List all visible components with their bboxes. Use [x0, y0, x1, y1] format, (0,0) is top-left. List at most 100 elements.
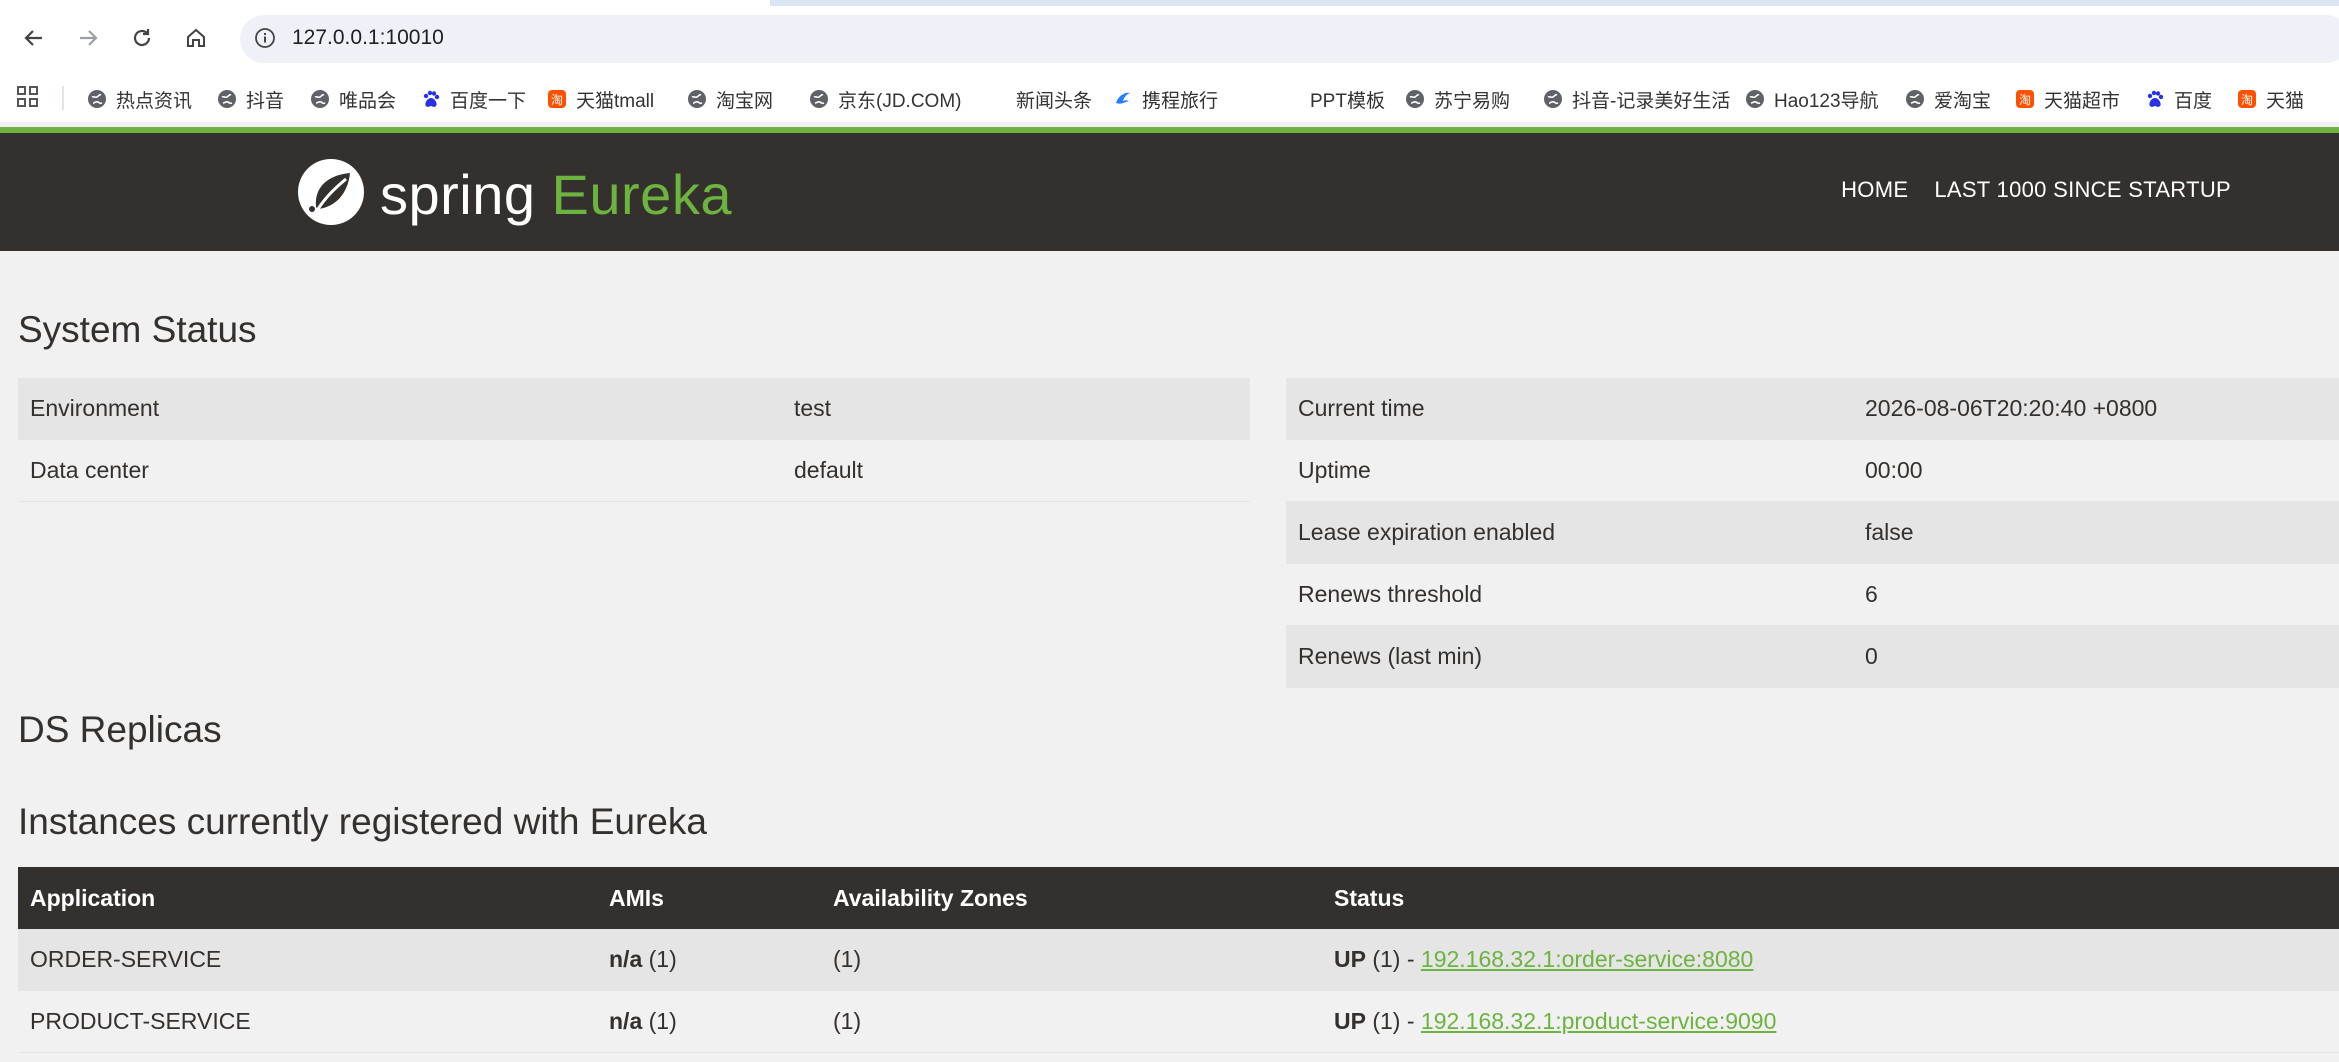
back-icon[interactable]	[16, 20, 52, 56]
bookmark-item[interactable]: 爱淘宝	[1904, 86, 1991, 112]
globe-icon	[86, 88, 108, 110]
ds-replicas-title: DS Replicas	[18, 709, 222, 750]
status-count: (1) -	[1365, 1008, 1421, 1034]
instance-link[interactable]: 192.168.32.1:order-service:8080	[1421, 946, 1753, 972]
apps-grid-icon[interactable]	[16, 85, 42, 111]
taobao-icon: 淘	[2014, 88, 2036, 110]
bookmark-label: 百度	[2174, 90, 2213, 112]
address-bar[interactable]: 127.0.0.1:10010	[240, 15, 2339, 63]
system-status-left-table: Environment test Data center default	[18, 378, 1250, 502]
bookmark-item[interactable]: 百度一下	[420, 86, 526, 112]
status-key: Renews threshold	[1286, 563, 1853, 626]
bookmark-label: 热点资讯	[116, 90, 193, 112]
site-info-icon[interactable]	[252, 25, 278, 51]
bookmark-label: PPT模板	[1310, 90, 1385, 112]
bookmark-label: 抖音	[246, 90, 285, 112]
bookmark-item[interactable]: 携程旅行	[1112, 86, 1218, 112]
bookmark-item[interactable]: 苏宁易购	[1404, 86, 1510, 112]
status-count: (1) -	[1365, 946, 1421, 972]
baidu-paw-icon	[420, 88, 442, 110]
bookmark-item[interactable]: 淘天猫tmall	[546, 86, 654, 112]
bookmark-item[interactable]: 唯品会	[309, 86, 396, 112]
bookmark-item[interactable]: Hao123导航	[1744, 86, 1879, 112]
globe-icon	[309, 88, 331, 110]
status-value: default	[782, 439, 1250, 502]
table-row: Data center default	[18, 439, 1250, 502]
status-value: false	[1853, 501, 2339, 564]
table-row: Lease expiration enabled false	[1286, 501, 2339, 564]
bookmark-item[interactable]: 淘天猫	[2236, 86, 2304, 112]
svg-text:淘: 淘	[2019, 93, 2031, 107]
nav-home-link[interactable]: HOME	[1841, 177, 1908, 203]
table-header-row: Application AMIs Availability Zones Stat…	[18, 867, 2339, 929]
status-cell: UP (1) - 192.168.32.1:product-service:90…	[1322, 990, 2339, 1053]
zones-cell: (1)	[821, 990, 1322, 1053]
bookmarks-separator	[62, 86, 64, 110]
globe-icon	[216, 88, 238, 110]
bookmark-label: Hao123导航	[1774, 90, 1879, 112]
bookmark-item[interactable]: 淘天猫超市	[2014, 86, 2120, 112]
status-value: test	[782, 378, 1250, 440]
bookmark-item[interactable]: 淘宝网	[686, 86, 773, 112]
bookmark-label: 百度一下	[450, 90, 527, 112]
url-text[interactable]: 127.0.0.1:10010	[292, 26, 444, 50]
home-icon[interactable]	[178, 20, 214, 56]
col-availability-zones: Availability Zones	[821, 867, 1322, 929]
bookmark-item[interactable]: 抖音-记录美好生活	[1542, 86, 1730, 112]
table-row: PRODUCT-SERVICE n/a (1) (1) UP (1) - 192…	[18, 990, 2339, 1053]
bookmark-item[interactable]: 新闻头条	[1016, 86, 1092, 112]
table-row: ORDER-SERVICE n/a (1) (1) UP (1) - 192.1…	[18, 929, 2339, 991]
status-key: Lease expiration enabled	[1286, 501, 1853, 564]
col-status: Status	[1322, 867, 2339, 929]
app-name: PRODUCT-SERVICE	[18, 990, 597, 1053]
table-row: Renews threshold 6	[1286, 563, 2339, 626]
status-value: 00:00	[1853, 439, 2339, 502]
instances-table: Application AMIs Availability Zones Stat…	[18, 867, 2339, 1053]
system-status-right-table: Current time 2026-08-06T20:20:40 +0800 U…	[1286, 378, 2339, 688]
zones-cell: (1)	[821, 929, 1322, 991]
bookmark-label: 携程旅行	[1142, 90, 1219, 112]
globe-icon	[808, 88, 830, 110]
col-application: Application	[18, 867, 597, 929]
status-value: 0	[1853, 625, 2339, 688]
bookmark-item[interactable]: 百度	[2144, 86, 2212, 112]
bookmark-item[interactable]: 热点资讯	[86, 86, 192, 112]
bookmark-label: 天猫超市	[2044, 90, 2121, 112]
taobao-icon: 淘	[546, 88, 568, 110]
navbar-links: HOME LAST 1000 SINCE STARTUP	[1841, 177, 2231, 203]
bookmark-item[interactable]: PPT模板	[1310, 86, 1385, 112]
bookmark-label: 爱淘宝	[1934, 90, 1992, 112]
status-cell: UP (1) - 192.168.32.1:order-service:8080	[1322, 929, 2339, 991]
bookmark-item[interactable]: 抖音	[216, 86, 284, 112]
table-row: Current time 2026-08-06T20:20:40 +0800	[1286, 378, 2339, 440]
table-row: Environment test	[18, 378, 1250, 440]
logo-spring-text: spring	[380, 162, 536, 226]
ami-cell: n/a (1)	[597, 990, 821, 1053]
forward-icon[interactable]	[70, 20, 106, 56]
instance-link[interactable]: 192.168.32.1:product-service:9090	[1421, 1008, 1776, 1034]
logo-eureka-text: Eureka	[551, 162, 732, 226]
ami-count: (1)	[642, 1008, 677, 1034]
globe-icon	[1744, 88, 1766, 110]
spring-leaf-icon	[296, 157, 366, 232]
spring-eureka-logo[interactable]: spring Eureka	[296, 157, 732, 232]
nav-last-1000-link[interactable]: LAST 1000 SINCE STARTUP	[1934, 177, 2231, 203]
col-amis: AMIs	[597, 867, 821, 929]
globe-icon	[1542, 88, 1564, 110]
ami-cell: n/a (1)	[597, 929, 821, 991]
system-status-title: System Status	[18, 309, 257, 350]
ami-value: n/a	[609, 1008, 643, 1034]
eureka-navbar: spring Eureka HOME LAST 1000 SINCE START…	[0, 133, 2339, 251]
bookmark-label: 淘宝网	[716, 90, 774, 112]
svg-text:淘: 淘	[2241, 93, 2253, 107]
bookmarks-bar: 热点资讯 抖音 唯品会 百度一下淘天猫tmall 淘宝网 京东(JD.COM) 新闻头条 携程…	[0, 76, 2339, 122]
reload-icon[interactable]	[124, 20, 160, 56]
bookmark-label: 天猫tmall	[576, 90, 655, 112]
ami-value: n/a	[609, 946, 643, 972]
status-key: Renews (last min)	[1286, 625, 1853, 688]
bookmark-item[interactable]: 京东(JD.COM)	[808, 86, 961, 112]
browser-toolbar: 127.0.0.1:10010	[0, 6, 2339, 70]
globe-icon	[1404, 88, 1426, 110]
table-row: Renews (last min) 0	[1286, 625, 2339, 688]
bookmark-label: 抖音-记录美好生活	[1572, 90, 1731, 112]
